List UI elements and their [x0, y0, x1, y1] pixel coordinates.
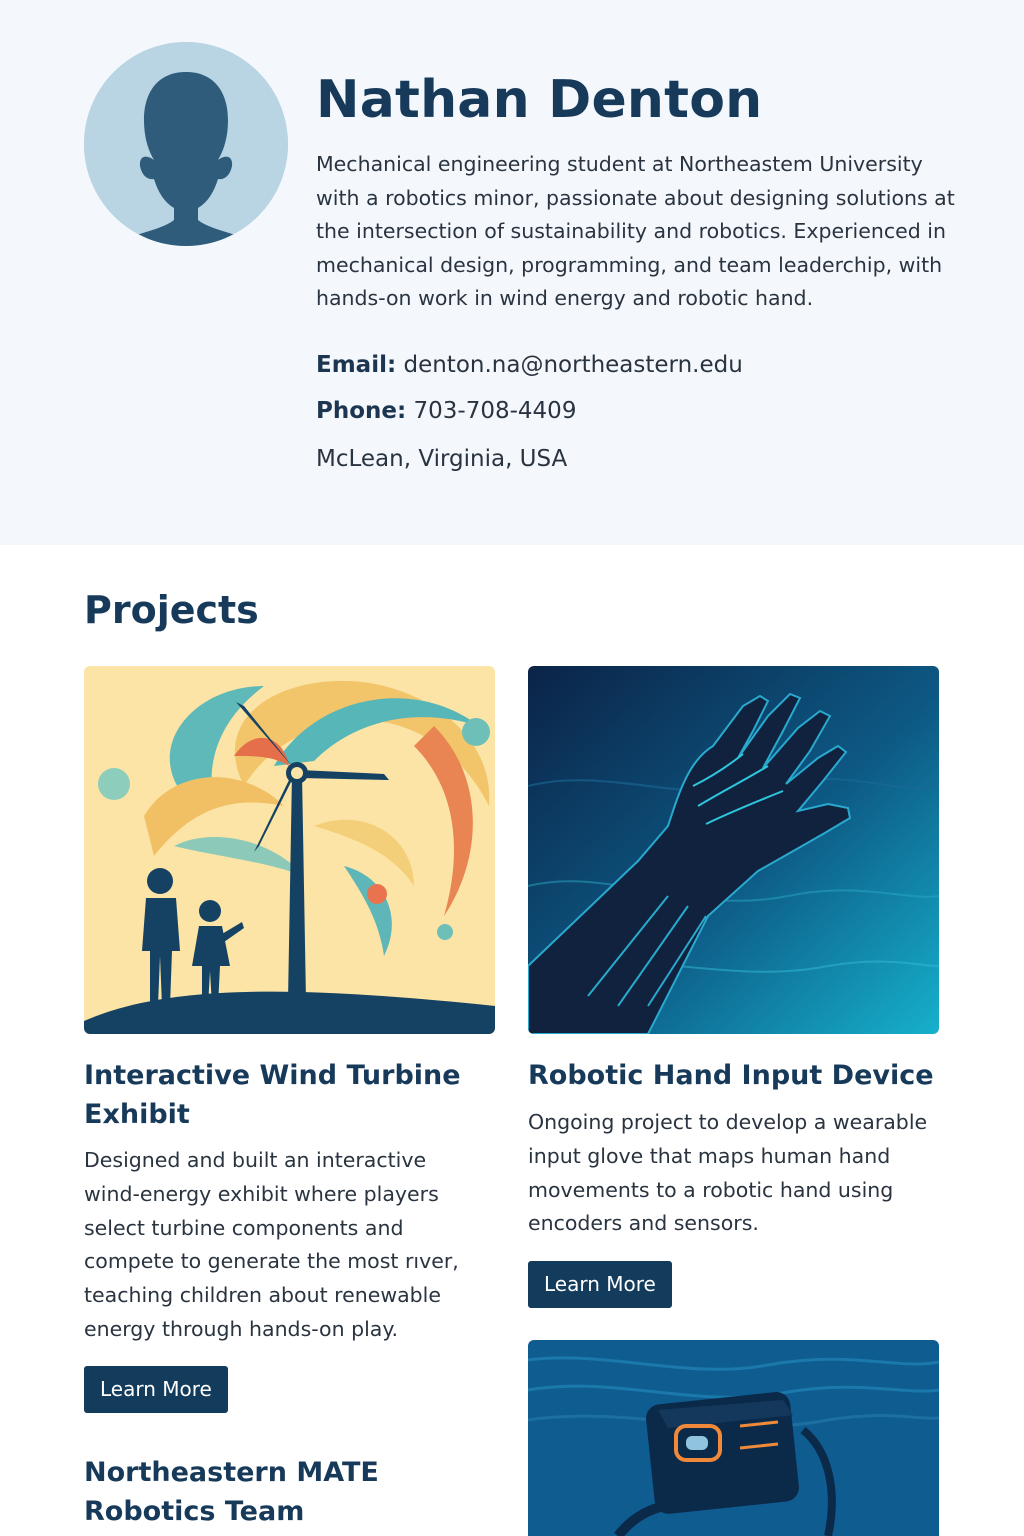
phone-value[interactable]: 703-708-4409	[414, 398, 577, 424]
learn-more-button[interactable]: Learn More	[84, 1366, 228, 1413]
wind-turbine-image	[84, 666, 495, 1034]
projects-heading: Projects	[84, 588, 259, 632]
phone-label: Phone:	[316, 398, 407, 424]
project-title: Robotic Hand Input Device	[528, 1060, 934, 1091]
contact-email: Email: denton.na@northeastern.edu	[316, 352, 743, 378]
contact-phone: Phone: 703-708-4409	[316, 398, 576, 424]
avatar	[84, 42, 288, 246]
project-title: Interactive Wind Turbine Exhibit	[84, 1060, 461, 1130]
profile-header: Nathan Denton Mechanical engineering stu…	[0, 0, 1024, 545]
project-description: Designed and built an interactive wind-e…	[84, 1148, 459, 1341]
email-label: Email:	[316, 352, 397, 378]
project-description: Ongoing project to develop a wearable in…	[528, 1110, 928, 1236]
underwater-robot-image	[528, 1340, 939, 1536]
person-silhouette-icon	[84, 42, 288, 246]
project-title: Northeastern MATE Robotics Team	[84, 1457, 379, 1527]
learn-more-button[interactable]: Learn More	[528, 1261, 672, 1308]
profile-name: Nathan Denton	[316, 70, 763, 130]
profile-bio: Mechanical engineering student at Northe…	[316, 152, 955, 310]
contact-location: McLean, Virginia, USA	[316, 446, 568, 472]
email-value[interactable]: denton.na@northeastern.edu	[403, 352, 742, 378]
robotic-hand-image	[528, 666, 939, 1034]
